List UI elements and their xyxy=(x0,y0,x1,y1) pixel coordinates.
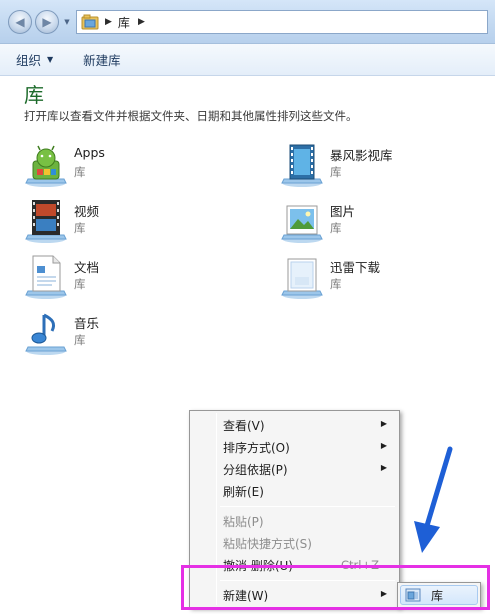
command-bar: 组织 ▼ 新建库 xyxy=(0,44,495,76)
library-item-apps[interactable]: Apps 库 xyxy=(22,141,242,189)
context-menu: 查看(V) ▶ 排序方式(O) ▶ 分组依据(P) ▶ 刷新(E) 粘贴(P) … xyxy=(189,410,400,608)
menu-separator xyxy=(220,506,395,507)
video-film-library-icon xyxy=(281,144,323,187)
menu-item-label: 排序方式(O) xyxy=(223,440,290,455)
pictures-library-icon xyxy=(281,205,323,243)
menu-item-label: 粘贴快捷方式(S) xyxy=(223,536,312,551)
folder-library-icon xyxy=(81,14,99,30)
library-item-type: 库 xyxy=(74,277,86,291)
library-item-name: 文档 xyxy=(74,260,100,275)
menu-item-shortcut: Ctrl+Z xyxy=(341,558,379,572)
library-item-name: 音乐 xyxy=(74,316,100,331)
arrow-right-icon: ▶ xyxy=(42,15,52,29)
library-item-type: 库 xyxy=(74,333,86,347)
address-bar-area: ◀ ▶ ▼ ▶ 库 ▶ xyxy=(0,0,495,44)
library-item-pictures[interactable]: 图片 库 xyxy=(278,197,495,245)
menu-separator xyxy=(220,580,395,581)
library-item-type: 库 xyxy=(330,221,342,235)
new-submenu: 库 xyxy=(397,582,481,608)
menu-item-label: 查看(V) xyxy=(223,418,265,433)
library-item-name: 迅雷下载 xyxy=(330,260,381,275)
arrow-left-icon: ◀ xyxy=(15,15,25,29)
music-library-icon xyxy=(25,313,67,355)
menu-item-refresh[interactable]: 刷新(E) xyxy=(192,480,397,502)
organize-label: 组织 xyxy=(16,53,42,68)
breadcrumb-library[interactable]: 库 xyxy=(118,14,130,31)
forward-button[interactable]: ▶ xyxy=(35,10,59,34)
apps-library-icon xyxy=(25,145,67,187)
library-item-name: 暴风影视库 xyxy=(330,148,393,163)
menu-item-group-by[interactable]: 分组依据(P) ▶ xyxy=(192,458,397,480)
page-description: 打开库以查看文件并根据文件夹、日期和其他属性排列这些文件。 xyxy=(24,109,358,123)
breadcrumb-separator-icon[interactable]: ▶ xyxy=(138,17,145,27)
menu-item-label: 分组依据(P) xyxy=(223,462,288,477)
menu-item-sort-by[interactable]: 排序方式(O) ▶ xyxy=(192,436,397,458)
breadcrumb-separator-icon[interactable]: ▶ xyxy=(105,17,112,27)
menu-item-new[interactable]: 新建(W) ▶ xyxy=(192,584,397,606)
downloads-library-icon xyxy=(281,258,323,299)
organize-button[interactable]: 组织 ▼ xyxy=(16,50,53,69)
menu-item-view[interactable]: 查看(V) ▶ xyxy=(192,414,397,436)
page-title: 库 xyxy=(24,83,44,107)
library-item-type: 库 xyxy=(330,165,342,179)
new-library-label: 新建库 xyxy=(83,53,121,68)
new-library-button[interactable]: 新建库 xyxy=(83,50,121,69)
library-item-videos[interactable]: 视频 库 xyxy=(22,197,242,245)
back-button[interactable]: ◀ xyxy=(8,10,32,34)
submenu-arrow-icon: ▶ xyxy=(380,419,387,428)
submenu-arrow-icon: ▶ xyxy=(380,463,387,472)
library-item-xunlei-downloads[interactable]: 迅雷下载 库 xyxy=(278,253,495,301)
library-item-music[interactable]: 音乐 库 xyxy=(22,309,242,357)
menu-item-label: 粘贴(P) xyxy=(223,514,264,529)
library-icon xyxy=(405,588,421,602)
library-item-baofeng[interactable]: 暴风影视库 库 xyxy=(278,141,495,189)
menu-item-label: 撤消 删除(U) xyxy=(223,558,293,573)
library-item-type: 库 xyxy=(74,221,86,235)
library-item-name: 视频 xyxy=(74,204,100,219)
menu-item-label: 新建(W) xyxy=(223,588,269,603)
menu-item-paste-shortcut[interactable]: 粘贴快捷方式(S) xyxy=(192,532,397,554)
submenu-item-library[interactable]: 库 xyxy=(400,585,478,605)
documents-library-icon xyxy=(25,255,67,299)
videos-library-icon xyxy=(25,200,67,243)
caret-down-icon: ▼ xyxy=(47,55,54,64)
library-item-name: Apps xyxy=(74,145,105,160)
library-item-type: 库 xyxy=(74,165,86,179)
library-item-name: 图片 xyxy=(330,204,356,219)
address-bar[interactable]: ▶ 库 ▶ xyxy=(76,10,488,34)
submenu-arrow-icon: ▶ xyxy=(380,441,387,450)
library-item-documents[interactable]: 文档 库 xyxy=(22,253,242,301)
menu-item-undo-delete[interactable]: 撤消 删除(U) Ctrl+Z xyxy=(192,554,397,576)
chevron-down-icon: ▼ xyxy=(64,18,70,26)
menu-item-label: 刷新(E) xyxy=(223,484,264,499)
submenu-item-label: 库 xyxy=(431,588,444,603)
menu-item-paste[interactable]: 粘贴(P) xyxy=(192,510,397,532)
submenu-arrow-icon: ▶ xyxy=(380,589,387,598)
library-item-type: 库 xyxy=(330,277,342,291)
recent-pages-dropdown[interactable]: ▼ xyxy=(62,17,72,27)
